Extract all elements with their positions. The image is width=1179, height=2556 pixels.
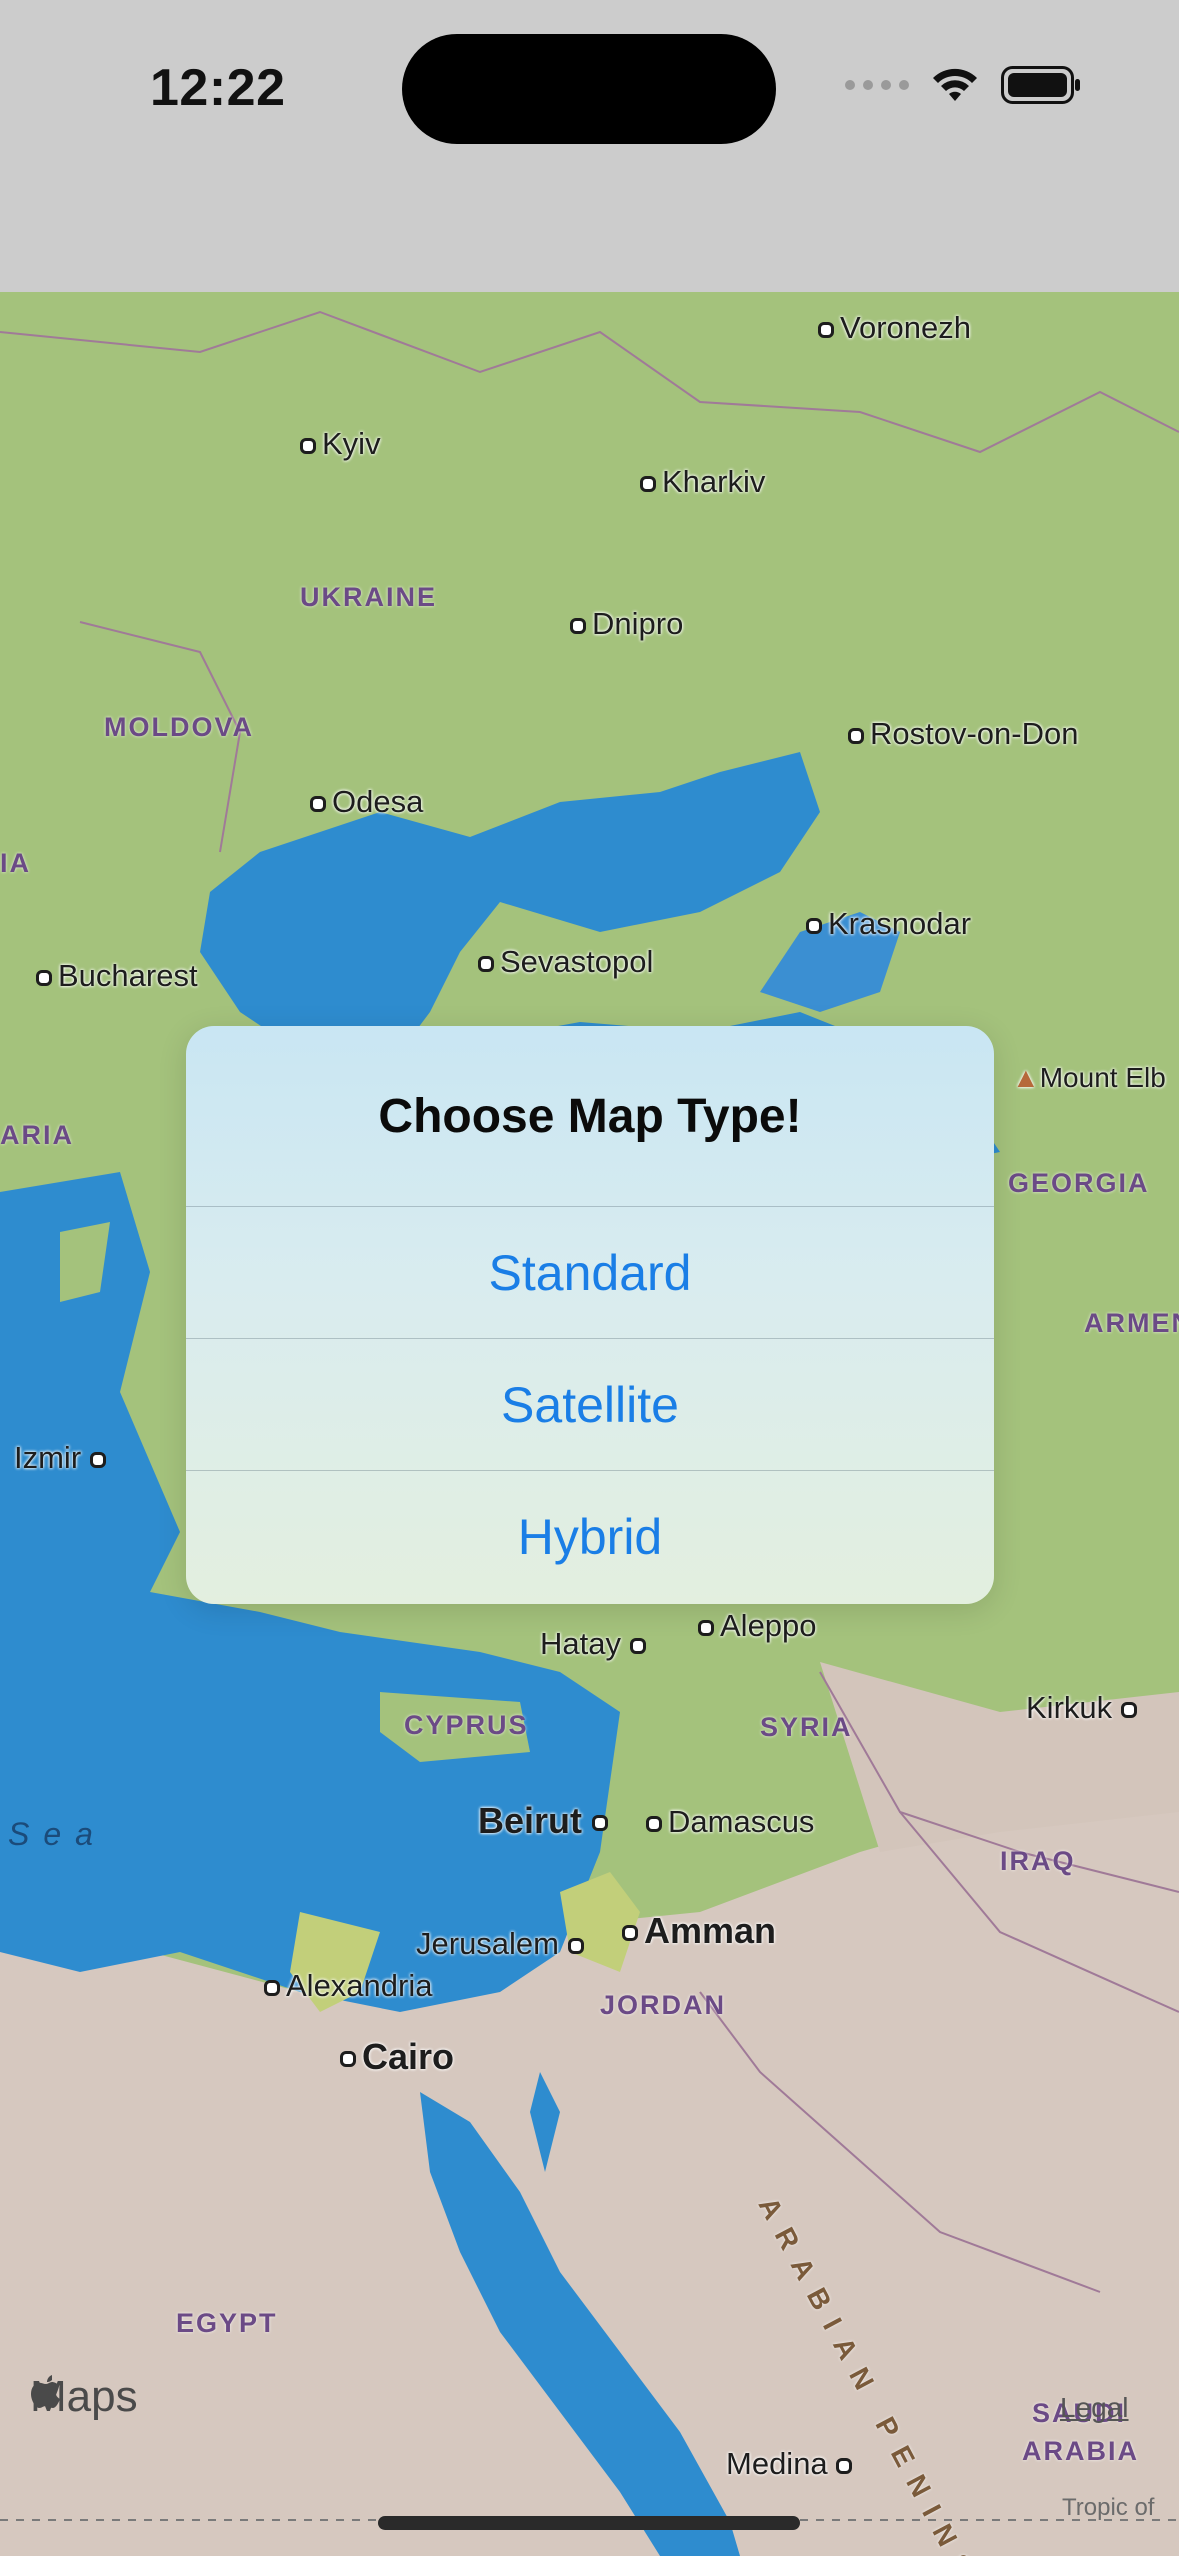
country-label: IA [0, 848, 31, 878]
legal-link[interactable]: Legal [1060, 2392, 1129, 2424]
city-label: Izmir [14, 1440, 112, 1476]
hybrid-option-button[interactable]: Hybrid [186, 1470, 994, 1603]
country-label: UKRAINE [300, 582, 438, 612]
peak-label: ▲Mount Elb [1012, 1062, 1166, 1093]
alert-title: Choose Map Type! [378, 1089, 802, 1143]
city-label: Kyiv [300, 426, 381, 462]
city-label: Aleppo [698, 1608, 817, 1644]
city-label: Kirkuk [1026, 1690, 1143, 1726]
satellite-option-button[interactable]: Satellite [186, 1338, 994, 1471]
battery-icon [1001, 66, 1080, 104]
country-label: GEORGIA [1008, 1168, 1150, 1198]
standard-option-button[interactable]: Standard [186, 1206, 994, 1339]
city-label: Voronezh [818, 310, 971, 346]
status-time: 12:22 [150, 59, 286, 117]
country-label: ARIA [0, 1120, 74, 1150]
city-label: Amman [622, 1910, 776, 1952]
apple-logo-icon [31, 2375, 60, 2408]
map-type-alert: Choose Map Type! Standard Satellite Hybr… [186, 1026, 994, 1604]
status-bar: 12:22 [0, 0, 1179, 292]
city-label: Cairo [340, 2036, 454, 2078]
cellular-signal-icon [845, 80, 909, 90]
city-label: Beirut [478, 1800, 614, 1842]
country-label: CYPRUS [404, 1710, 529, 1740]
country-label: ARMEN [1084, 1308, 1179, 1338]
country-label: IRAQ [1000, 1846, 1076, 1876]
city-label: Kharkiv [640, 464, 765, 500]
home-indicator[interactable] [378, 2516, 800, 2530]
country-label: ARABIA [1022, 2436, 1139, 2466]
city-label: Alexandria [264, 1968, 432, 2004]
city-label: Rostov-on-Don [848, 716, 1078, 752]
tropic-label: Tropic of [1062, 2494, 1155, 2521]
country-label: MOLDOVA [104, 712, 254, 742]
sea-label: Sea [8, 1816, 107, 1852]
apple-maps-logo: Maps [30, 2372, 138, 2422]
dynamic-island [402, 34, 776, 144]
country-label: JORDAN [600, 1990, 727, 2020]
city-label: Hatay [540, 1626, 652, 1662]
city-label: Sevastopol [478, 944, 653, 980]
city-label: Medina [726, 2446, 858, 2482]
status-icons [845, 66, 1081, 104]
city-label: Krasnodar [806, 906, 971, 942]
country-label: SYRIA [760, 1712, 853, 1742]
city-label: Odesa [310, 784, 423, 820]
wifi-icon [933, 68, 977, 101]
city-label: Jerusalem [416, 1926, 590, 1962]
city-label: Bucharest [36, 958, 198, 994]
city-label: Dnipro [570, 606, 683, 642]
city-label: Damascus [646, 1804, 814, 1840]
country-label: EGYPT [176, 2308, 278, 2338]
